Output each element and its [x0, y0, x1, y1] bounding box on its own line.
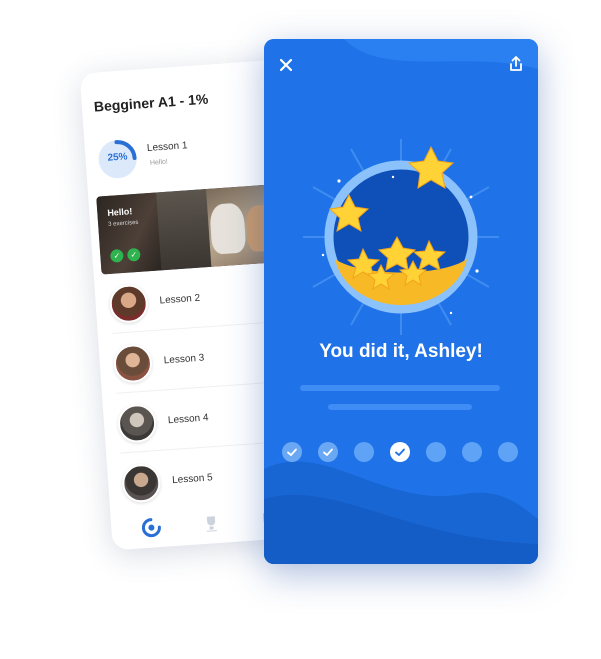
lesson-avatar — [112, 343, 154, 384]
photo-middle — [156, 189, 212, 271]
lesson-title: Lesson 5 — [171, 472, 214, 487]
hello-card-title: Hello! — [107, 206, 133, 218]
lesson-1-title: Lesson 1 — [146, 140, 188, 155]
completion-headline: You did it, Ashley! — [319, 341, 483, 362]
lesson-title: Lesson 2 — [159, 292, 201, 307]
step-dot-current — [390, 442, 410, 462]
close-icon[interactable] — [276, 55, 296, 75]
lesson-1-row[interactable]: 25% Lesson 1 Hello! — [96, 129, 269, 185]
step-dot-todo — [426, 442, 446, 462]
photo-left — [96, 192, 162, 275]
stars-jar-illustration — [303, 139, 499, 335]
lesson-steps — [282, 442, 522, 462]
course-title: Begginer A1 - 1% — [93, 90, 209, 115]
hello-lesson-card[interactable]: Hello! 3 exercises ✓ ✓ — [96, 184, 282, 275]
lesson-avatar — [116, 403, 158, 444]
step-dot-todo — [498, 442, 518, 462]
trophy-icon[interactable] — [201, 513, 222, 534]
step-dot-done — [318, 442, 338, 462]
alpaca-image — [209, 202, 247, 255]
lesson-title: Lesson 3 — [163, 352, 205, 367]
check-icon — [287, 448, 297, 456]
check-icon — [323, 448, 333, 456]
step-dot-done — [282, 442, 302, 462]
lesson-1-subtitle: Hello! — [149, 158, 169, 167]
completion-modal: You did it, Ashley! — [264, 39, 538, 564]
check-icon — [395, 448, 405, 456]
lesson-avatar — [121, 462, 162, 504]
lesson-avatar — [108, 283, 150, 324]
share-icon[interactable] — [506, 54, 526, 74]
placeholder-text-bar — [300, 385, 500, 391]
placeholder-text-bar — [328, 404, 472, 410]
step-dot-todo — [354, 442, 374, 462]
step-dot-todo — [462, 442, 482, 462]
lesson-title: Lesson 4 — [167, 412, 209, 427]
learn-icon[interactable] — [141, 517, 162, 538]
